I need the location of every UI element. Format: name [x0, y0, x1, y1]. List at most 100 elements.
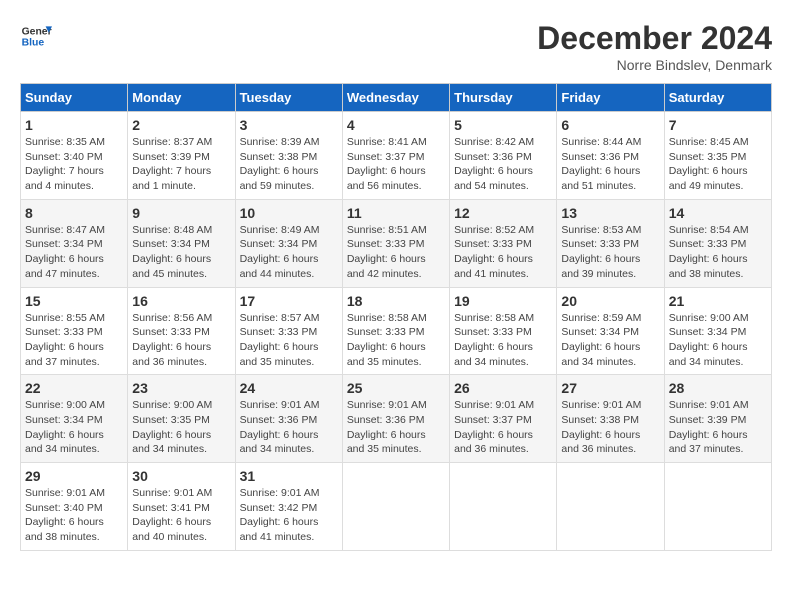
month-title: December 2024 — [537, 20, 772, 57]
day-number: 13 — [561, 205, 659, 221]
day-cell-13: 13 Sunrise: 8:53 AMSunset: 3:33 PMDaylig… — [557, 199, 664, 287]
day-number: 22 — [25, 380, 123, 396]
day-number: 23 — [132, 380, 230, 396]
page-header: General Blue December 2024 Norre Bindsle… — [20, 20, 772, 73]
day-number: 1 — [25, 117, 123, 133]
empty-cell — [557, 463, 664, 551]
day-info: Sunrise: 8:37 AMSunset: 3:39 PMDaylight:… — [132, 135, 230, 194]
day-cell-1: 1 Sunrise: 8:35 AMSunset: 3:40 PMDayligh… — [21, 112, 128, 200]
day-number: 10 — [240, 205, 338, 221]
day-info: Sunrise: 9:01 AMSunset: 3:36 PMDaylight:… — [347, 398, 445, 457]
day-cell-4: 4 Sunrise: 8:41 AMSunset: 3:37 PMDayligh… — [342, 112, 449, 200]
day-info: Sunrise: 9:01 AMSunset: 3:37 PMDaylight:… — [454, 398, 552, 457]
day-cell-14: 14 Sunrise: 8:54 AMSunset: 3:33 PMDaylig… — [664, 199, 771, 287]
day-number: 17 — [240, 293, 338, 309]
day-info: Sunrise: 8:49 AMSunset: 3:34 PMDaylight:… — [240, 223, 338, 282]
weekday-header-tuesday: Tuesday — [235, 84, 342, 112]
day-cell-23: 23 Sunrise: 9:00 AMSunset: 3:35 PMDaylig… — [128, 375, 235, 463]
day-number: 26 — [454, 380, 552, 396]
calendar-week-5: 29 Sunrise: 9:01 AMSunset: 3:40 PMDaylig… — [21, 463, 772, 551]
header-row: SundayMondayTuesdayWednesdayThursdayFrid… — [21, 84, 772, 112]
day-number: 18 — [347, 293, 445, 309]
day-number: 4 — [347, 117, 445, 133]
day-info: Sunrise: 8:58 AMSunset: 3:33 PMDaylight:… — [347, 311, 445, 370]
day-number: 24 — [240, 380, 338, 396]
day-number: 5 — [454, 117, 552, 133]
day-number: 14 — [669, 205, 767, 221]
day-cell-26: 26 Sunrise: 9:01 AMSunset: 3:37 PMDaylig… — [450, 375, 557, 463]
day-cell-21: 21 Sunrise: 9:00 AMSunset: 3:34 PMDaylig… — [664, 287, 771, 375]
day-info: Sunrise: 8:47 AMSunset: 3:34 PMDaylight:… — [25, 223, 123, 282]
day-info: Sunrise: 8:54 AMSunset: 3:33 PMDaylight:… — [669, 223, 767, 282]
svg-text:Blue: Blue — [22, 38, 45, 49]
day-cell-19: 19 Sunrise: 8:58 AMSunset: 3:33 PMDaylig… — [450, 287, 557, 375]
day-info: Sunrise: 8:52 AMSunset: 3:33 PMDaylight:… — [454, 223, 552, 282]
day-info: Sunrise: 8:44 AMSunset: 3:36 PMDaylight:… — [561, 135, 659, 194]
day-info: Sunrise: 9:00 AMSunset: 3:35 PMDaylight:… — [132, 398, 230, 457]
day-number: 29 — [25, 468, 123, 484]
day-info: Sunrise: 8:58 AMSunset: 3:33 PMDaylight:… — [454, 311, 552, 370]
day-cell-12: 12 Sunrise: 8:52 AMSunset: 3:33 PMDaylig… — [450, 199, 557, 287]
weekday-header-friday: Friday — [557, 84, 664, 112]
day-number: 19 — [454, 293, 552, 309]
day-cell-9: 9 Sunrise: 8:48 AMSunset: 3:34 PMDayligh… — [128, 199, 235, 287]
weekday-header-sunday: Sunday — [21, 84, 128, 112]
day-cell-25: 25 Sunrise: 9:01 AMSunset: 3:36 PMDaylig… — [342, 375, 449, 463]
day-info: Sunrise: 8:45 AMSunset: 3:35 PMDaylight:… — [669, 135, 767, 194]
day-cell-5: 5 Sunrise: 8:42 AMSunset: 3:36 PMDayligh… — [450, 112, 557, 200]
calendar-week-2: 8 Sunrise: 8:47 AMSunset: 3:34 PMDayligh… — [21, 199, 772, 287]
day-info: Sunrise: 8:35 AMSunset: 3:40 PMDaylight:… — [25, 135, 123, 194]
day-number: 3 — [240, 117, 338, 133]
day-cell-18: 18 Sunrise: 8:58 AMSunset: 3:33 PMDaylig… — [342, 287, 449, 375]
day-info: Sunrise: 8:51 AMSunset: 3:33 PMDaylight:… — [347, 223, 445, 282]
day-number: 12 — [454, 205, 552, 221]
day-info: Sunrise: 8:42 AMSunset: 3:36 PMDaylight:… — [454, 135, 552, 194]
day-info: Sunrise: 8:57 AMSunset: 3:33 PMDaylight:… — [240, 311, 338, 370]
day-info: Sunrise: 9:01 AMSunset: 3:40 PMDaylight:… — [25, 486, 123, 545]
day-info: Sunrise: 9:00 AMSunset: 3:34 PMDaylight:… — [669, 311, 767, 370]
calendar-week-1: 1 Sunrise: 8:35 AMSunset: 3:40 PMDayligh… — [21, 112, 772, 200]
day-cell-3: 3 Sunrise: 8:39 AMSunset: 3:38 PMDayligh… — [235, 112, 342, 200]
empty-cell — [450, 463, 557, 551]
day-info: Sunrise: 9:01 AMSunset: 3:36 PMDaylight:… — [240, 398, 338, 457]
weekday-header-saturday: Saturday — [664, 84, 771, 112]
day-info: Sunrise: 8:56 AMSunset: 3:33 PMDaylight:… — [132, 311, 230, 370]
location: Norre Bindslev, Denmark — [537, 57, 772, 73]
day-number: 9 — [132, 205, 230, 221]
title-block: December 2024 Norre Bindslev, Denmark — [537, 20, 772, 73]
weekday-header-wednesday: Wednesday — [342, 84, 449, 112]
day-cell-20: 20 Sunrise: 8:59 AMSunset: 3:34 PMDaylig… — [557, 287, 664, 375]
day-info: Sunrise: 8:59 AMSunset: 3:34 PMDaylight:… — [561, 311, 659, 370]
day-cell-28: 28 Sunrise: 9:01 AMSunset: 3:39 PMDaylig… — [664, 375, 771, 463]
calendar-table: SundayMondayTuesdayWednesdayThursdayFrid… — [20, 83, 772, 551]
day-info: Sunrise: 8:53 AMSunset: 3:33 PMDaylight:… — [561, 223, 659, 282]
day-number: 21 — [669, 293, 767, 309]
day-cell-7: 7 Sunrise: 8:45 AMSunset: 3:35 PMDayligh… — [664, 112, 771, 200]
weekday-header-monday: Monday — [128, 84, 235, 112]
day-number: 30 — [132, 468, 230, 484]
weekday-header-thursday: Thursday — [450, 84, 557, 112]
calendar-week-4: 22 Sunrise: 9:00 AMSunset: 3:34 PMDaylig… — [21, 375, 772, 463]
day-cell-11: 11 Sunrise: 8:51 AMSunset: 3:33 PMDaylig… — [342, 199, 449, 287]
day-cell-24: 24 Sunrise: 9:01 AMSunset: 3:36 PMDaylig… — [235, 375, 342, 463]
day-number: 6 — [561, 117, 659, 133]
day-number: 15 — [25, 293, 123, 309]
day-cell-22: 22 Sunrise: 9:00 AMSunset: 3:34 PMDaylig… — [21, 375, 128, 463]
day-number: 7 — [669, 117, 767, 133]
empty-cell — [664, 463, 771, 551]
day-cell-8: 8 Sunrise: 8:47 AMSunset: 3:34 PMDayligh… — [21, 199, 128, 287]
day-cell-15: 15 Sunrise: 8:55 AMSunset: 3:33 PMDaylig… — [21, 287, 128, 375]
day-number: 25 — [347, 380, 445, 396]
day-info: Sunrise: 8:48 AMSunset: 3:34 PMDaylight:… — [132, 223, 230, 282]
logo-icon: General Blue — [20, 20, 52, 52]
day-info: Sunrise: 9:01 AMSunset: 3:39 PMDaylight:… — [669, 398, 767, 457]
day-number: 2 — [132, 117, 230, 133]
day-info: Sunrise: 8:55 AMSunset: 3:33 PMDaylight:… — [25, 311, 123, 370]
day-cell-16: 16 Sunrise: 8:56 AMSunset: 3:33 PMDaylig… — [128, 287, 235, 375]
calendar-week-3: 15 Sunrise: 8:55 AMSunset: 3:33 PMDaylig… — [21, 287, 772, 375]
day-info: Sunrise: 8:41 AMSunset: 3:37 PMDaylight:… — [347, 135, 445, 194]
empty-cell — [342, 463, 449, 551]
day-number: 31 — [240, 468, 338, 484]
day-info: Sunrise: 8:39 AMSunset: 3:38 PMDaylight:… — [240, 135, 338, 194]
day-number: 16 — [132, 293, 230, 309]
